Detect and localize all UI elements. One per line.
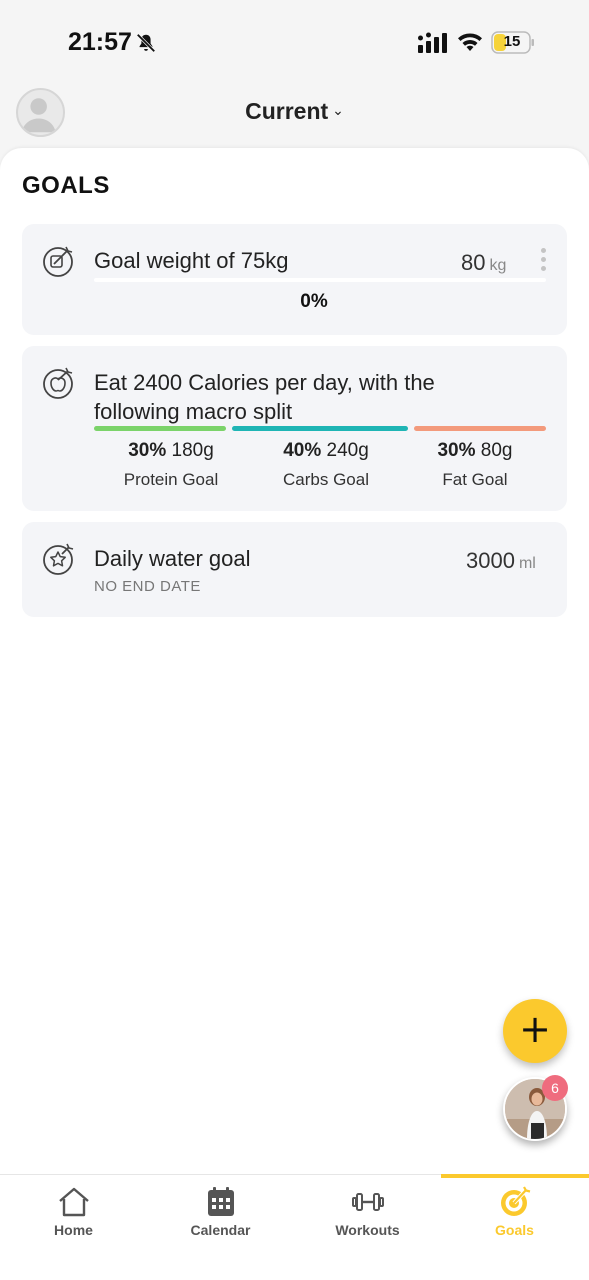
profile-switcher-label: Current: [245, 98, 329, 124]
more-options-button[interactable]: [538, 248, 548, 276]
goal-end-date: NO END DATE: [94, 578, 201, 595]
kebab-dot: [540, 266, 546, 271]
goal-current-value: 80 kg: [461, 250, 506, 276]
notification-badge: 6: [542, 1075, 568, 1101]
tab-label: Workouts: [335, 1222, 400, 1238]
profile-switcher[interactable]: Current ⌄: [0, 98, 589, 125]
tab-workouts[interactable]: Workouts: [294, 1174, 441, 1254]
goal-title: Goal weight of 75kg: [94, 248, 289, 273]
macro-fat-label: Fat Goal: [442, 470, 508, 489]
macro-amount: 240g: [326, 440, 369, 461]
macro-protein-label: Protein Goal: [123, 470, 219, 489]
goal-title: Daily water goal: [94, 546, 251, 571]
target-edit-icon: [43, 246, 73, 277]
tab-calendar[interactable]: Calendar: [147, 1174, 294, 1254]
kebab-dot: [540, 248, 546, 253]
goal-title-line-1: Eat 2400 Calories per day, with the: [94, 370, 435, 395]
goal-title-line-2: following macro split: [94, 399, 293, 424]
macro-amount: 180g: [171, 440, 214, 461]
macro-bar-fat: [414, 426, 546, 431]
target-star-icon: [43, 543, 74, 575]
goal-value-unit: ml: [518, 555, 536, 572]
kebab-dot: [540, 257, 546, 262]
macro-carbs-value: 40% 240g: [248, 440, 404, 462]
section-title: GOALS: [22, 172, 110, 199]
macro-carbs-label: Carbs Goal: [283, 470, 369, 489]
tab-label: Goals: [495, 1222, 534, 1238]
calendar-icon: [208, 1187, 234, 1216]
bell-muted-icon: [136, 33, 156, 53]
macro-amount: 80g: [480, 440, 513, 461]
goal-progress-label: 0%: [300, 291, 328, 312]
status-time: 21:57: [68, 28, 132, 56]
tab-goals[interactable]: Goals: [441, 1174, 588, 1254]
target-apple-icon: [43, 367, 73, 399]
macro-percent: 40%: [283, 440, 322, 461]
dumbbell-icon: [352, 1193, 384, 1211]
add-goal-button[interactable]: +: [503, 999, 567, 1063]
chevron-down-icon: ⌄: [332, 102, 344, 118]
tab-label: Calendar: [190, 1222, 251, 1238]
goal-value-number: 80: [461, 250, 486, 275]
battery-level: 15: [503, 33, 521, 50]
tab-label: Home: [54, 1222, 93, 1238]
goal-value-number: 3000: [466, 548, 515, 573]
goals-target-icon: [501, 1186, 531, 1216]
macro-percent: 30%: [128, 440, 167, 461]
wifi-icon: [458, 33, 482, 51]
macro-percent: 30%: [437, 440, 476, 461]
goal-value-unit: kg: [489, 257, 507, 274]
cellular-signal-icon: [418, 32, 447, 53]
macro-fat-value: 30% 80g: [404, 440, 546, 462]
goal-target-value: 3000 ml: [466, 548, 536, 574]
home-icon: [59, 1187, 89, 1217]
tab-home[interactable]: Home: [0, 1174, 147, 1254]
goal-progress-bar: [94, 278, 546, 282]
macro-bar-protein: [94, 426, 226, 431]
macro-bar-carbs: [232, 426, 408, 431]
macro-protein-value: 30% 180g: [94, 440, 248, 462]
